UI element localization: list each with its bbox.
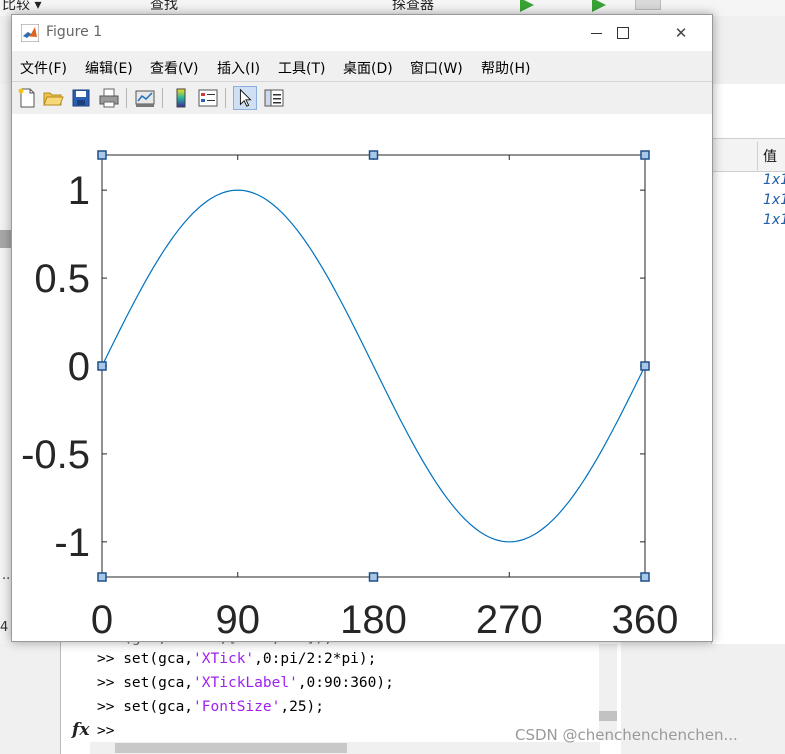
maximize-button[interactable] — [600, 15, 646, 51]
find-button[interactable]: 查找 — [150, 0, 178, 14]
menu-file[interactable]: 文件(F) — [20, 58, 67, 78]
y-tick-label: -1 — [54, 521, 90, 565]
left-scrollbar-thumb[interactable] — [0, 230, 11, 248]
workspace-value[interactable]: 1x1 — [763, 172, 785, 188]
x-tick-label: 90 — [216, 598, 261, 641]
command-vertical-scrollbar-thumb[interactable] — [599, 711, 617, 721]
workspace-value-column-header[interactable]: 值 — [763, 146, 777, 166]
menu-view[interactable]: 查看(V) — [150, 58, 199, 78]
close-button[interactable]: ✕ — [658, 15, 704, 51]
run-icon[interactable] — [520, 0, 534, 12]
command-line: >> set(gca,'XTickLabel',0:90:360); — [97, 675, 394, 691]
maximize-icon — [617, 27, 629, 39]
legend-icon[interactable] — [196, 86, 220, 110]
colorbar-icon[interactable] — [169, 86, 193, 110]
selection-handle[interactable] — [368, 150, 379, 160]
toolbar-separator — [162, 88, 163, 108]
command-code: set(gca,'XTickLabel',0:90:360); — [123, 675, 394, 691]
axes[interactable]: 0 90 180 270 360 1 0.5 0 -0.5 -1 — [12, 114, 712, 641]
command-horizontal-scrollbar-thumb[interactable] — [115, 743, 347, 753]
command-line: >> set(gca,'XTick',0:pi/2:2*pi); — [97, 651, 376, 667]
menu-help[interactable]: 帮助(H) — [481, 58, 530, 78]
menu-insert[interactable]: 插入(I) — [217, 58, 260, 78]
command-prompt: >> — [97, 699, 115, 715]
compare-button[interactable]: 比较 ▾ — [2, 0, 41, 14]
new-figure-icon[interactable] — [15, 86, 39, 110]
selection-handle[interactable] — [640, 572, 650, 582]
fx-icon[interactable]: fx — [72, 720, 89, 740]
selection-handle[interactable] — [97, 361, 107, 371]
selection-handle[interactable] — [640, 361, 650, 371]
selection-handle[interactable] — [97, 572, 107, 582]
selection-handle[interactable] — [368, 572, 379, 582]
profiler-button[interactable]: 探查器 — [392, 0, 434, 14]
stop-icon[interactable] — [635, 0, 661, 10]
selection-handle[interactable] — [97, 150, 107, 160]
x-tick-label: 0 — [91, 598, 113, 641]
command-code: set(gca,'XTick',0:pi/2:2*pi); — [123, 651, 377, 667]
menu-edit[interactable]: 编辑(E) — [85, 58, 133, 78]
x-tick-label: 180 — [340, 598, 407, 641]
run-advance-icon[interactable] — [592, 0, 606, 12]
link-plot-icon[interactable] — [133, 86, 157, 110]
menu-tools[interactable]: 工具(T) — [278, 58, 325, 78]
save-icon[interactable] — [69, 86, 93, 110]
command-input-line[interactable]: >> — [97, 723, 114, 739]
left-panel-number: 4 — [0, 620, 9, 635]
toolbar-separator — [225, 88, 226, 108]
matlab-logo-icon — [21, 24, 39, 42]
figure-menubar: 文件(F) 编辑(E) 查看(V) 插入(I) 工具(T) 桌面(D) 窗口(W… — [12, 53, 712, 111]
y-tick-label: 0 — [68, 345, 90, 389]
command-prompt: >> — [97, 651, 115, 667]
figure-titlebar[interactable]: Figure 1 ✕ — [12, 15, 712, 51]
selection-handle[interactable] — [640, 150, 650, 160]
toolbar-separator — [126, 88, 127, 108]
y-tick-label: 1 — [68, 169, 90, 213]
x-tick-label: 360 — [612, 598, 679, 641]
x-tick-label: 270 — [476, 598, 543, 641]
menu-desktop[interactable]: 桌面(D) — [343, 58, 393, 78]
workspace-value[interactable]: 1x1 — [763, 212, 785, 228]
menu-window[interactable]: 窗口(W) — [410, 58, 463, 78]
plot-layer: 0 90 180 270 360 1 0.5 0 -0.5 -1 — [21, 150, 679, 641]
figure-title: Figure 1 — [46, 24, 103, 40]
command-line: >> set(gca,'FontSize',25); — [97, 699, 324, 715]
y-tick-label: 0.5 — [34, 257, 90, 301]
figure-toolbar — [12, 81, 712, 115]
command-prompt: >> — [97, 675, 115, 691]
open-file-icon[interactable] — [41, 86, 65, 110]
figure-window: Figure 1 ✕ 文件(F) 编辑(E) 查看(V) 插入(I) 工具(T)… — [11, 14, 713, 642]
property-inspector-icon[interactable] — [262, 86, 286, 110]
edit-plot-pointer-icon[interactable] — [233, 86, 257, 110]
close-icon: ✕ — [674, 24, 688, 42]
workspace-column-divider[interactable] — [757, 142, 758, 170]
command-code: set(gca,'FontSize',25); — [123, 699, 325, 715]
y-tick-label: -0.5 — [21, 433, 90, 477]
watermark: CSDN @chenchenchenchen... — [515, 726, 738, 744]
print-icon[interactable] — [97, 86, 121, 110]
workspace-value[interactable]: 1x1 — [763, 192, 785, 208]
command-prompt: >> — [97, 723, 115, 739]
